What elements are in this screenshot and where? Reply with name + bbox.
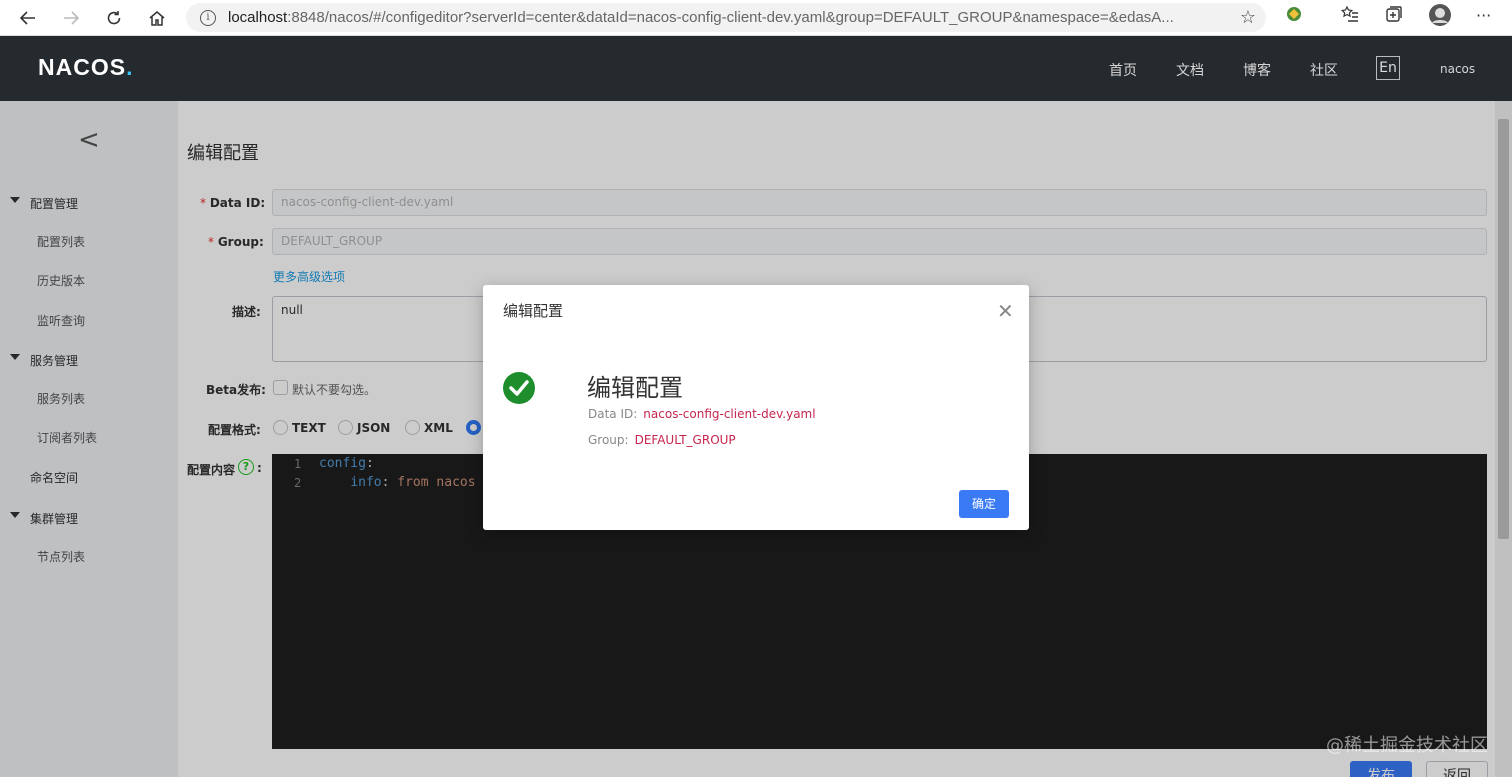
success-dialog: 编辑配置 ✕ 编辑配置 Data ID: nacos-config-client-… bbox=[483, 285, 1029, 530]
nav-blog[interactable]: 博客 bbox=[1243, 60, 1271, 80]
success-check-icon bbox=[503, 372, 535, 404]
info-icon[interactable]: i bbox=[200, 9, 216, 26]
reload-icon[interactable] bbox=[100, 4, 128, 32]
browser-toolbar: i localhost:8848/nacos/#/configeditor?se… bbox=[0, 0, 1512, 36]
profile-avatar[interactable] bbox=[1428, 3, 1452, 30]
dialog-group: Group: DEFAULT_GROUP bbox=[588, 433, 736, 447]
forward-arrow-icon[interactable] bbox=[57, 4, 85, 32]
url-text: localhost:8848/nacos/#/configeditor?serv… bbox=[228, 9, 1174, 26]
extension-icon[interactable] bbox=[1284, 4, 1304, 27]
confirm-button[interactable]: 确定 bbox=[959, 490, 1009, 518]
dialog-title: 编辑配置 bbox=[503, 302, 564, 320]
nav-home[interactable]: 首页 bbox=[1109, 60, 1137, 80]
nav-docs[interactable]: 文档 bbox=[1176, 60, 1204, 80]
collections-icon[interactable] bbox=[1384, 4, 1404, 27]
nav-community[interactable]: 社区 bbox=[1310, 60, 1338, 80]
app-header: NACOS. 首页 文档 博客 社区 En nacos bbox=[0, 36, 1512, 101]
home-icon[interactable] bbox=[143, 4, 171, 32]
address-bar[interactable]: i localhost:8848/nacos/#/configeditor?se… bbox=[186, 3, 1266, 32]
more-menu-icon[interactable]: ··· bbox=[1476, 6, 1491, 25]
dialog-data-id: Data ID: nacos-config-client-dev.yaml bbox=[588, 407, 816, 421]
close-icon[interactable]: ✕ bbox=[997, 299, 1014, 323]
favorites-list-icon[interactable] bbox=[1340, 4, 1360, 27]
back-arrow-icon[interactable] bbox=[14, 4, 42, 32]
nacos-logo[interactable]: NACOS. bbox=[38, 54, 133, 81]
favorite-star-icon[interactable]: ☆ bbox=[1240, 7, 1256, 28]
user-name[interactable]: nacos bbox=[1440, 62, 1475, 76]
language-switch-button[interactable]: En bbox=[1376, 56, 1400, 80]
watermark: @稀土掘金技术社区 bbox=[1326, 735, 1488, 756]
dialog-message: 编辑配置 bbox=[587, 374, 683, 402]
